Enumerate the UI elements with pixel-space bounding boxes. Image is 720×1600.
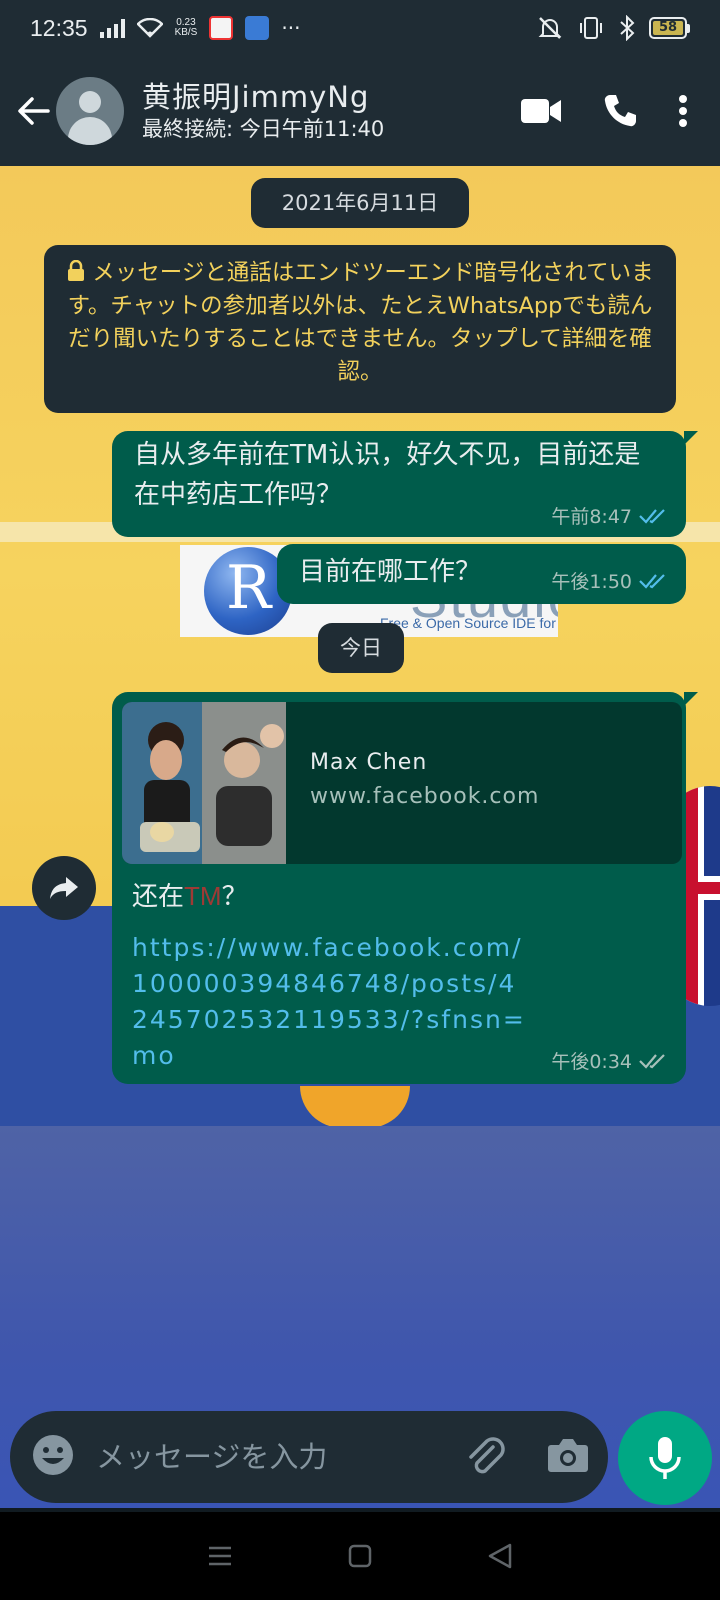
attach-button[interactable] (463, 1433, 507, 1481)
message-text-prefix: 还在 (132, 882, 185, 912)
more-notifications-icon: ··· (281, 16, 301, 40)
last-seen: 最終接続: 今日午前11:40 (142, 117, 385, 141)
message-time: 午後1:50 (551, 571, 632, 593)
home-square-icon (348, 1544, 372, 1568)
microphone-icon (649, 1437, 681, 1479)
network-speed: 0.23 KB/S (175, 18, 198, 38)
cell-signal-icon (99, 18, 125, 38)
message-text-highlight: TM (184, 881, 222, 911)
message-time: 午後0:34 (551, 1051, 632, 1073)
mute-icon (538, 17, 562, 39)
system-navigation-bar (0, 1512, 720, 1600)
voice-call-button[interactable] (602, 93, 638, 129)
date-chip: 2021年6月11日 (251, 178, 469, 228)
bluetooth-icon (620, 15, 635, 41)
app-notification-icon (209, 16, 234, 40)
encryption-notice-text: メッセージと通話はエンドツーエンド暗号化されています。チャットの参加者以外は、た… (67, 260, 654, 385)
message-text-suffix: ？ (221, 882, 248, 912)
read-ticks-icon (638, 572, 670, 590)
link-preview-title: Max Chen (310, 750, 428, 775)
message-composer (10, 1411, 608, 1503)
message-input[interactable] (96, 1440, 463, 1474)
link-preview-domain: www.facebook.com (310, 784, 540, 809)
back-triangle-icon (488, 1543, 512, 1569)
message-link[interactable]: https://www.facebook.com/100000394846748… (132, 930, 532, 1074)
forward-arrow-icon (50, 877, 78, 899)
more-vertical-icon (679, 95, 687, 127)
back-arrow-icon (18, 97, 50, 125)
voice-message-button[interactable] (618, 1411, 712, 1505)
clock: 12:35 (30, 14, 88, 41)
more-options-button[interactable] (678, 94, 688, 128)
emoji-button[interactable] (32, 1434, 74, 1480)
video-call-button[interactable] (520, 97, 562, 125)
paperclip-icon (469, 1437, 505, 1474)
link-preview[interactable]: Max Chen www.facebook.com (122, 702, 682, 864)
date-chip: 今日 (318, 623, 404, 673)
video-camera-icon (521, 99, 561, 123)
emoji-icon (33, 1435, 73, 1475)
battery-level: 58 (653, 21, 683, 35)
chat-header: 黄振明JimmyNg 最終接続: 今日午前11:40 (0, 56, 720, 166)
camera-icon (548, 1439, 588, 1472)
wifi-icon (136, 18, 163, 38)
contact-name: 黄振明JimmyNg (142, 80, 370, 114)
back-button[interactable] (14, 91, 54, 131)
encryption-notice[interactable]: メッセージと通話はエンドツーエンド暗号化されています。チャットの参加者以外は、た… (44, 245, 676, 413)
menu-icon (209, 1546, 231, 1566)
outgoing-link-message[interactable]: Max Chen www.facebook.com 还在TM？ https://… (112, 692, 698, 1084)
avatar[interactable] (56, 77, 124, 145)
contact-info[interactable]: 黄振明JimmyNg 最終接続: 今日午前11:40 (142, 79, 520, 143)
lock-icon (68, 260, 85, 281)
recent-apps-button[interactable] (200, 1536, 240, 1576)
vibrate-icon (580, 17, 602, 39)
camera-button[interactable] (547, 1437, 589, 1477)
home-button[interactable] (340, 1536, 380, 1576)
outgoing-message[interactable]: 目前在哪工作？ 午後1:50 (277, 544, 686, 604)
message-text: 还在TM？ (132, 876, 248, 917)
delivered-ticks-icon (638, 1052, 670, 1070)
system-back-button[interactable] (480, 1536, 520, 1576)
link-preview-thumbnail (122, 702, 286, 864)
network-speed-unit: KB/S (174, 27, 198, 38)
status-bar: 12:35 0.23 KB/S ··· 58 (0, 0, 720, 56)
battery-icon: 58 (649, 17, 690, 39)
message-time: 午前8:47 (551, 506, 632, 528)
app-notification-icon (245, 16, 270, 40)
phone-icon (604, 95, 636, 127)
read-ticks-icon (638, 507, 670, 525)
forward-button[interactable] (32, 856, 96, 920)
outgoing-message[interactable]: 自从多年前在TM认识，好久不见，目前还是在中药店工作吗？ 午前8:47 (112, 431, 698, 537)
